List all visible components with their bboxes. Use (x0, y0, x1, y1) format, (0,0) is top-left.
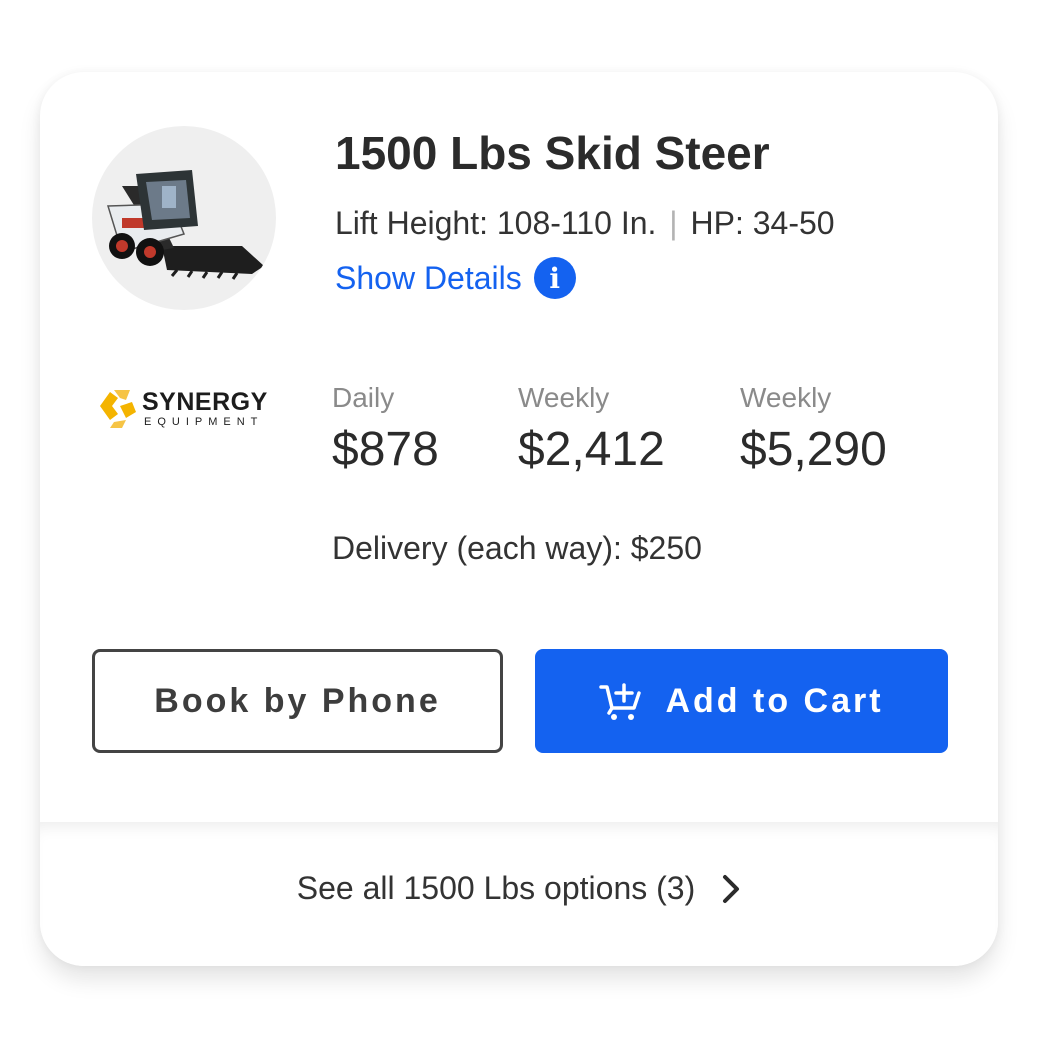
price-amount: $878 (332, 423, 439, 476)
vendor-logo-name: SYNERGY (142, 388, 268, 416)
product-title: 1500 Lbs Skid Steer (335, 127, 770, 179)
lift-height: Lift Height: 108-110 In. (335, 205, 657, 241)
price-label: Weekly (740, 382, 832, 413)
spec-separator: | (669, 205, 678, 241)
product-card: 1500 Lbs Skid Steer Lift Height: 108-110… (40, 72, 998, 966)
product-specs: Lift Height: 108-110 In. | HP: 34-50 (335, 205, 835, 242)
show-details-label: Show Details (335, 259, 522, 296)
price-weekly: Weekly $2,412 (518, 382, 665, 477)
chevron-right-icon (723, 874, 740, 903)
info-icon[interactable]: i (533, 257, 576, 299)
add-to-cart-button[interactable]: Add to Cart (535, 649, 948, 753)
product-image (92, 126, 276, 310)
price-label: Daily (332, 382, 395, 413)
price-amount: $2,412 (518, 423, 665, 476)
price-weekly-2: Weekly $5,290 (740, 382, 887, 477)
delivery-fee: Delivery (each way): $250 (332, 530, 702, 566)
horsepower: HP: 34-50 (690, 205, 835, 241)
show-details-link[interactable]: Show Details i (335, 257, 576, 299)
skid-steer-illustration (106, 170, 264, 280)
price-label: Weekly (518, 382, 610, 413)
vendor-logo-sub: EQUIPMENT (144, 416, 264, 428)
add-to-cart-label: Add to Cart (665, 681, 884, 720)
see-all-options-link[interactable]: See all 1500 Lbs options (3) (40, 870, 998, 907)
price-amount: $5,290 (740, 423, 887, 476)
see-all-options-label: See all 1500 Lbs options (3) (296, 870, 696, 906)
book-by-phone-button[interactable]: Book by Phone (92, 649, 503, 753)
cart-plus-icon (599, 683, 642, 720)
vendor-logo: SYNERGY EQUIPMENT (92, 382, 282, 432)
card-footer: See all 1500 Lbs options (3) (40, 822, 998, 966)
price-daily: Daily $878 (332, 382, 439, 477)
synergy-logo-mark (100, 390, 136, 428)
